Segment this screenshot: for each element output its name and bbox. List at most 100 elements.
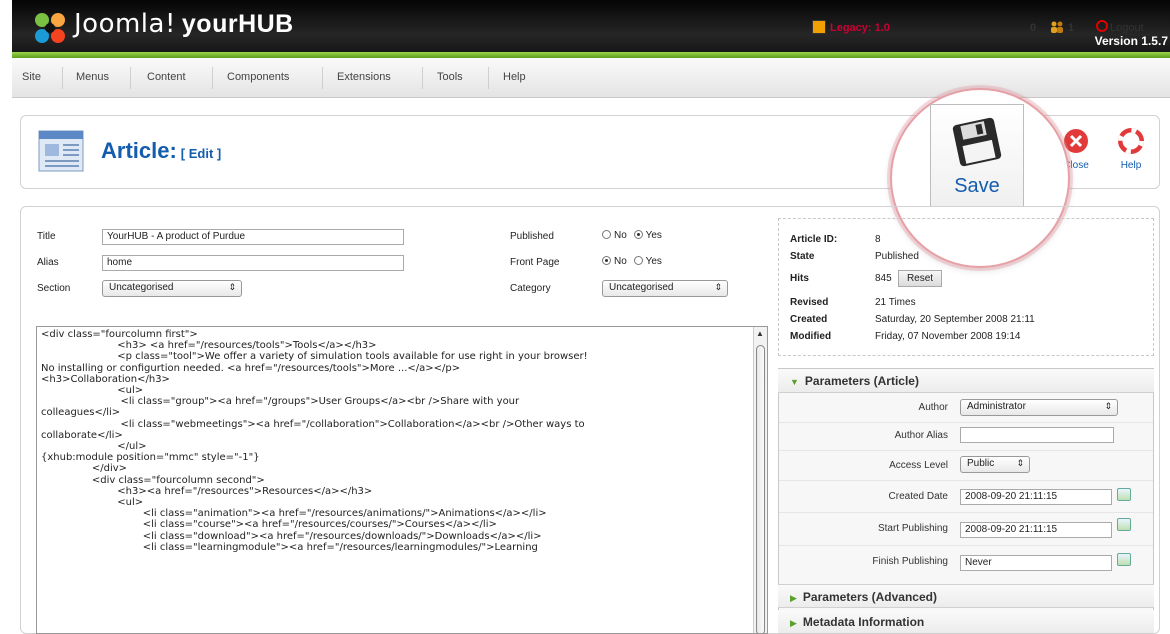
- row-divider: [779, 450, 1153, 451]
- editor-line: <li class="animation"><a href="/resource…: [41, 508, 547, 520]
- messages-count[interactable]: 0: [1030, 22, 1036, 34]
- frontpage-no-radio[interactable]: [602, 256, 611, 265]
- article-text-editor[interactable]: <div class="fourcolumn first"> <h3> <a h…: [36, 326, 768, 634]
- menu-components[interactable]: Components: [227, 71, 289, 83]
- chevron-updown-icon: ⇕: [1104, 401, 1112, 411]
- version-label: Version 1.5.7: [1094, 34, 1168, 48]
- menu-content[interactable]: Content: [147, 71, 186, 83]
- alias-input[interactable]: home: [102, 255, 404, 271]
- menu-separator: [212, 67, 213, 89]
- expanded-triangle-icon: ▼: [790, 377, 799, 387]
- calendar-icon[interactable]: [1117, 488, 1131, 501]
- editor-line: {xhub:module position="mmc" style="-1"}: [41, 452, 260, 464]
- editor-scrollbar[interactable]: ▲: [753, 327, 767, 633]
- page-title: Article:[ Edit ]: [101, 138, 221, 164]
- brand-title: Joomla! yourHUB: [74, 9, 294, 39]
- editor-line: <h3> <a href="/resources/tools">Tools</a…: [41, 340, 377, 352]
- editor-line: <li class="webmeetings"><a href="/collab…: [41, 418, 585, 430]
- menu-site[interactable]: Site: [22, 71, 41, 83]
- access-level-label: Access Level: [889, 460, 948, 471]
- calendar-icon[interactable]: [1117, 553, 1131, 566]
- author-alias-input[interactable]: [960, 427, 1114, 443]
- category-value: Uncategorised: [609, 282, 674, 293]
- frontpage-label: Front Page: [510, 257, 560, 268]
- metadata-title: Metadata Information: [802, 615, 925, 629]
- editor-line: colleagues</li>: [41, 407, 121, 419]
- scrollbar-thumb[interactable]: [756, 345, 765, 633]
- frontpage-no-label: No: [614, 256, 627, 267]
- hits-label: Hits: [790, 273, 809, 284]
- logout-link[interactable]: Logout: [1110, 22, 1144, 34]
- legacy-status[interactable]: Legacy: 1.0: [830, 22, 890, 34]
- menu-separator: [422, 67, 423, 89]
- menu-separator: [62, 67, 63, 89]
- menu-separator: [130, 67, 131, 89]
- edit-mode-label: [ Edit ]: [180, 146, 222, 161]
- state-value: Published: [875, 251, 919, 262]
- menu-help[interactable]: Help: [503, 71, 526, 83]
- modified-label: Modified: [790, 331, 832, 342]
- editor-line: </ul>: [41, 441, 147, 453]
- editor-line: <ul>: [41, 385, 144, 397]
- start-publishing-input[interactable]: 2008-09-20 21:11:15: [960, 522, 1112, 538]
- editor-line: <p class="tool">We offer a variety of si…: [41, 351, 588, 363]
- editor-line: <li class="learningmodule"><a href="/res…: [41, 541, 538, 553]
- collapsed-triangle-icon: ▶: [790, 593, 797, 603]
- joomla-admin-page: Joomla! yourHUB Version 1.5.7 Site Menus …: [0, 0, 1170, 634]
- editor-content: <div class="fourcolumn first"> <h3> <a h…: [41, 329, 745, 553]
- title-label: Title: [37, 231, 56, 242]
- save-button[interactable]: Save: [930, 104, 1024, 207]
- author-select[interactable]: Administrator ⇕: [960, 399, 1118, 416]
- chevron-updown-icon: ⇕: [714, 282, 722, 292]
- menu-tools[interactable]: Tools: [437, 71, 463, 83]
- author-value: Administrator: [967, 401, 1026, 412]
- alias-label: Alias: [37, 257, 59, 268]
- help-button[interactable]: Help: [1106, 128, 1156, 171]
- users-online-count[interactable]: 1: [1068, 22, 1074, 34]
- finish-publishing-input[interactable]: Never: [960, 555, 1112, 571]
- metadata-header[interactable]: ▶ Metadata Information: [778, 610, 1154, 634]
- article-icon: [38, 130, 84, 172]
- users-icon: [1051, 21, 1063, 33]
- parameters-article-title: Parameters (Article): [804, 374, 919, 388]
- close-icon: [1064, 129, 1088, 153]
- brand-name: Joomla!: [74, 9, 176, 39]
- article-id-value: 8: [875, 234, 881, 245]
- revised-label: Revised: [790, 297, 829, 308]
- published-no-radio[interactable]: [602, 230, 611, 239]
- access-level-select[interactable]: Public ⇕: [960, 456, 1030, 473]
- section-label: Section: [37, 283, 71, 294]
- created-date-input[interactable]: 2008-09-20 21:11:15: [960, 489, 1112, 505]
- state-label: State: [790, 251, 815, 262]
- save-label: Save: [954, 175, 1000, 197]
- calendar-icon[interactable]: [1117, 518, 1131, 531]
- menu-separator: [322, 67, 323, 89]
- category-label: Category: [510, 283, 551, 294]
- created-value: Saturday, 20 September 2008 21:11: [875, 314, 1035, 325]
- section-value: Uncategorised: [109, 282, 174, 293]
- help-lifebuoy-icon: [1118, 128, 1144, 154]
- row-divider: [779, 422, 1153, 423]
- section-select[interactable]: Uncategorised ⇕: [102, 280, 242, 297]
- created-label: Created: [790, 314, 828, 325]
- menu-extensions[interactable]: Extensions: [337, 71, 391, 83]
- reset-hits-button[interactable]: Reset: [898, 270, 942, 287]
- editor-line: <li class="download"><a href="/resources…: [41, 530, 542, 542]
- editor-line: <li class="course"><a href="/resources/c…: [41, 519, 497, 531]
- frontpage-yes-radio[interactable]: [633, 256, 643, 265]
- legacy-icon: [812, 20, 826, 34]
- row-divider: [779, 545, 1153, 546]
- published-yes-radio[interactable]: [633, 230, 643, 239]
- category-select[interactable]: Uncategorised ⇕: [602, 280, 728, 297]
- menu-menus[interactable]: Menus: [76, 71, 109, 83]
- hits-value: 845: [875, 273, 892, 284]
- author-label: Author: [918, 402, 948, 413]
- finish-publishing-label: Finish Publishing: [872, 556, 948, 567]
- editor-line: <ul>: [41, 497, 144, 509]
- parameters-article-header[interactable]: ▼ Parameters (Article): [778, 369, 1154, 393]
- scroll-up-icon[interactable]: ▲: [756, 329, 764, 338]
- parameters-advanced-header[interactable]: ▶ Parameters (Advanced): [778, 584, 1154, 608]
- page-title-text: Article:: [101, 138, 177, 163]
- floppy-disk-icon: [952, 117, 1002, 167]
- title-input[interactable]: YourHUB - A product of Purdue: [102, 229, 404, 245]
